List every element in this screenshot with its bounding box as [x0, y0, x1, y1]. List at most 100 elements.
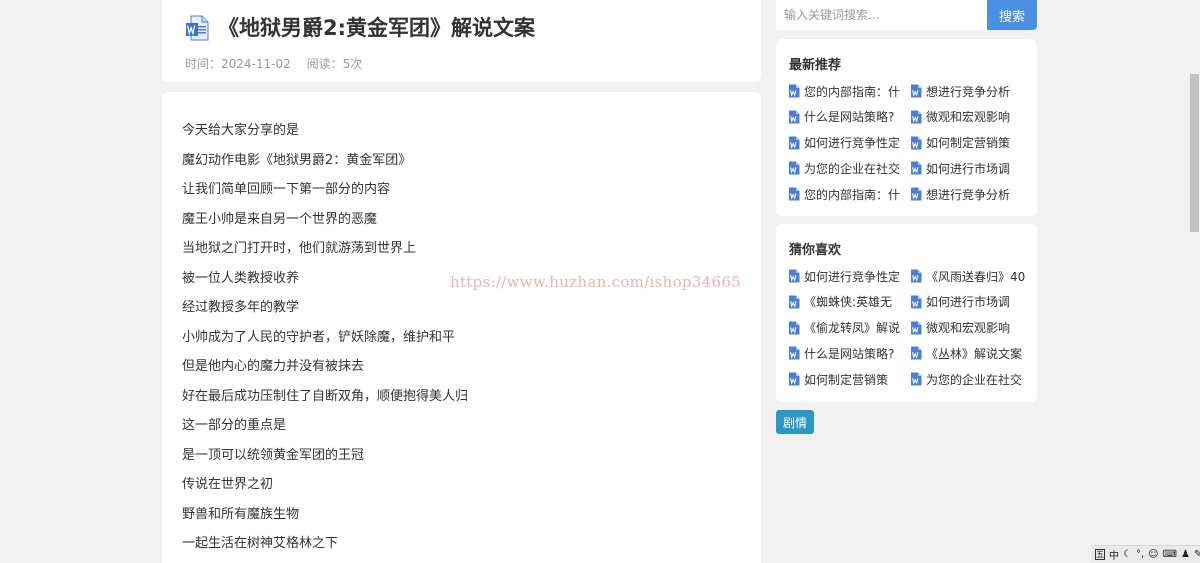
recommended-title: 最新推荐 [789, 58, 842, 73]
guess-like-link-label: 什么是网站策略? [804, 346, 895, 361]
recommended-link-label: 微观和宏观影响 [926, 110, 1011, 125]
search-button[interactable]: 搜索 [987, 0, 1037, 30]
recommended-link[interactable]: 微观和宏观影响 [910, 108, 1030, 126]
guess-like-link[interactable]: 如何进行竞争性定 [788, 267, 908, 285]
article-line: 魔王小帅是来自另一个世界的恶魔 [182, 211, 378, 227]
recommended-link[interactable]: 如何制定营销策 [910, 134, 1030, 152]
word-document-icon [911, 161, 922, 175]
article-header: 《地狱男爵2:黄金军团》解说文案 时间：2024-11-02 阅读：5次 [162, 0, 761, 82]
recommended-link-label: 什么是网站策略? [804, 110, 895, 125]
guess-like-link[interactable]: 《蜘蛛侠:英雄无 [788, 293, 908, 311]
recommended-link-label: 如何制定营销策 [926, 136, 1011, 151]
recommended-link-label: 您的内部指南：什 [804, 187, 901, 202]
page-title: 《地狱男爵2:黄金军团》解说文案 [218, 16, 536, 40]
guess-like-link[interactable]: 如何制定营销策 [788, 370, 908, 388]
watermark-url: https://www.huzhan.com/ishop34665 [450, 273, 742, 291]
guess-like-link[interactable]: 为您的企业在社交 [910, 370, 1030, 388]
word-document-icon [911, 295, 922, 309]
punctuation-icon[interactable]: °, [1136, 549, 1144, 560]
recommended-link[interactable]: 如何进行市场调 [910, 159, 1030, 177]
article-line: 让我们简单回顾一下第一部分的内容 [182, 182, 391, 197]
ime-icon[interactable]: 五 [1095, 549, 1105, 560]
recommended-link[interactable]: 您的内部指南：什 [788, 185, 908, 203]
guess-like-link[interactable]: 什么是网站策略? [788, 344, 908, 362]
page: 《地狱男爵2:黄金军团》解说文案 时间：2024-11-02 阅读：5次 今天给… [0, 0, 1200, 563]
word-document-icon [911, 269, 922, 283]
word-document-icon [789, 295, 800, 309]
ime-language-label[interactable]: 中 [1109, 547, 1119, 562]
article-line: 被一位人类教授收养 [182, 270, 300, 286]
guess-like-link[interactable]: 《丛林》解说文案 [910, 344, 1030, 362]
article-line: 魔幻动作电影《地狱男爵2：黄金军团》 [182, 152, 412, 168]
article-line: 经过教授多年的教学 [182, 300, 300, 315]
word-document-icon [911, 321, 922, 335]
word-document-icon [789, 187, 800, 201]
word-document-icon [789, 269, 800, 283]
article-text: 今天给大家分享的是魔幻动作电影《地狱男爵2：黄金军团》 让我们简单回顾一下第一部分… [182, 122, 468, 563]
word-document-icon [911, 346, 922, 360]
word-document-icon [789, 161, 800, 175]
word-document-icon [911, 110, 922, 124]
guess-like-link[interactable]: 《偷龙转凤》解说 [788, 319, 908, 337]
article-line: 传说在世界之初 [182, 477, 274, 492]
article-line: 野兽和所有魔族生物 [182, 506, 300, 522]
system-tray: 五 中 ☾ °, ☺ ⌨ ♟ ✎ [1091, 545, 1200, 563]
recommended-link-label: 您的内部指南：什 [804, 84, 901, 99]
word-document-icon [789, 136, 800, 150]
recommended-link[interactable]: 如何进行竞争性定 [788, 134, 908, 152]
recommended-link[interactable]: 为您的企业在社交 [788, 159, 908, 177]
word-document-icon [911, 187, 922, 201]
guess-like-link[interactable]: 如何进行市场调 [910, 293, 1030, 311]
tag-drama[interactable]: 剧情 [776, 410, 814, 434]
recommended-link-label: 想进行竞争分析 [926, 84, 1011, 99]
recommended-panel: 最新推荐 您的内部指南：什 想进行竞争分析 什么是网站策略? 微观和宏观影响 如何进行竞… [776, 39, 1037, 216]
word-document-icon [911, 136, 922, 150]
guess-like-link-label: 微观和宏观影响 [926, 321, 1011, 336]
guess-like-link-label: 《蜘蛛侠:英雄无 [804, 295, 893, 310]
search-input[interactable] [776, 0, 987, 30]
article-body: 今天给大家分享的是魔幻动作电影《地狱男爵2：黄金军团》 让我们简单回顾一下第一部分… [162, 92, 761, 563]
article-line: 这一部分的重点是 [182, 418, 287, 433]
read-count: 阅读：5次 [306, 57, 363, 71]
user-icon[interactable]: ♟ [1181, 549, 1190, 560]
article-line: 今天给大家分享的是 [182, 123, 300, 138]
word-document-icon [789, 321, 800, 335]
word-document-icon [789, 372, 800, 386]
guess-like-panel: 猜你喜欢 如何进行竞争性定 《风雨送春归》40 《蜘蛛侠:英雄无 如何进行市场调《偷龙… [776, 224, 1037, 402]
recommended-link[interactable]: 您的内部指南：什 [788, 82, 908, 100]
guess-like-link-label: 《风雨送春归》40 [926, 269, 1026, 284]
emoji-icon[interactable]: ☺ [1148, 549, 1158, 560]
article-line: 当地狱之门打开时，他们就游荡到世界上 [182, 241, 417, 256]
guess-like-title: 猜你喜欢 [789, 243, 842, 258]
recommended-link-label: 如何进行市场调 [926, 161, 1011, 176]
recommended-link[interactable]: 什么是网站策略? [788, 108, 908, 126]
article-line: 但是他内心的魔力并没有被抹去 [182, 359, 365, 374]
recommended-link[interactable]: 想进行竞争分析 [910, 185, 1030, 203]
recommended-link-label: 如何进行竞争性定 [804, 136, 901, 151]
moon-icon[interactable]: ☾ [1123, 549, 1132, 560]
article-line: 好在最后成功压制住了自断双角，顺便抱得美人归 [182, 388, 469, 404]
article-line: 是一顶可以统领黄金军团的王冠 [182, 447, 365, 463]
guess-like-link-label: 为您的企业在社交 [926, 372, 1023, 387]
wrench-icon[interactable]: ✎ [1194, 549, 1200, 560]
guess-like-link-label: 《偷龙转凤》解说 [804, 321, 901, 336]
recommended-link-label: 为您的企业在社交 [804, 161, 901, 176]
word-document-icon [789, 346, 800, 360]
recommended-link[interactable]: 想进行竞争分析 [910, 82, 1030, 100]
word-document-icon [911, 372, 922, 386]
guess-like-link-label: 如何制定营销策 [804, 372, 889, 387]
guess-like-link[interactable]: 微观和宏观影响 [910, 319, 1030, 337]
article-meta: 时间：2024-11-02 阅读：5次 [185, 55, 362, 72]
keyboard-icon[interactable]: ⌨ [1163, 549, 1177, 560]
recommended-link-label: 想进行竞争分析 [926, 187, 1011, 202]
word-document-icon [789, 84, 800, 98]
word-document-icon [186, 15, 209, 41]
guess-like-link-label: 《丛林》解说文案 [926, 346, 1023, 361]
article-line: 一起生活在树神艾格林之下 [182, 536, 339, 551]
publish-time: 时间：2024-11-02 [185, 57, 291, 71]
guess-like-link-label: 如何进行市场调 [926, 295, 1011, 310]
article-line: 小帅成为了人民的守护者，铲妖除魔，维护和平 [182, 329, 456, 345]
guess-like-link[interactable]: 《风雨送春归》40 [910, 267, 1030, 285]
word-document-icon [789, 110, 800, 124]
scrollbar-thumb[interactable] [1190, 74, 1199, 232]
